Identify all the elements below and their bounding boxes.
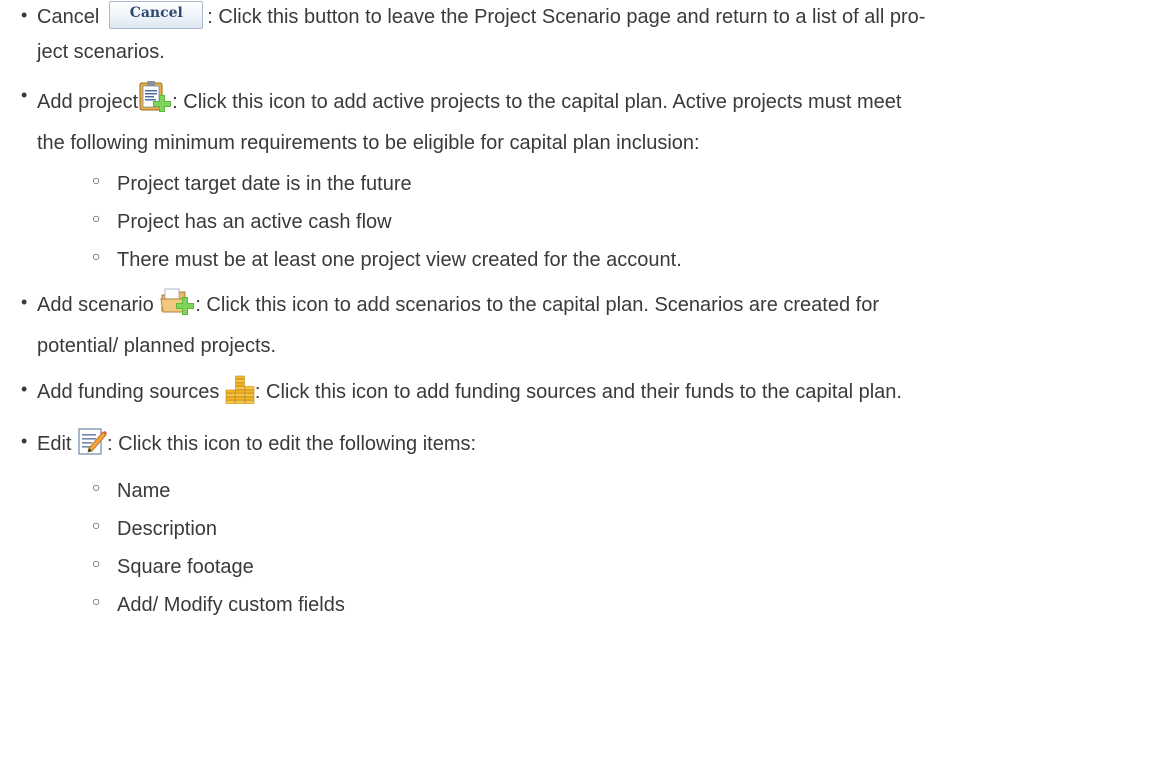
sub-bullet: ○ xyxy=(92,479,101,495)
item-description-cont: the following minimum requirements to be… xyxy=(37,132,700,154)
edit-item-text: Description xyxy=(117,518,218,540)
list-item-add-project: • Add project : Click this icon to add a… xyxy=(0,80,1163,277)
item-description: : Click this button to leave the Project… xyxy=(207,6,926,28)
funding-sources-icon[interactable] xyxy=(225,374,255,416)
edit-item-text: Square footage xyxy=(117,556,254,578)
list-item: ○ There must be at least one project view… xyxy=(37,243,1163,277)
list-item: ○ Name xyxy=(37,474,1163,508)
cancel-button[interactable]: Cancel xyxy=(109,1,204,29)
sub-bullet: ○ xyxy=(92,172,101,188)
list-item-cancel: • Cancel Cancel: Click this button to lea… xyxy=(0,0,1163,70)
sub-bullet: ○ xyxy=(92,555,101,571)
list-item-add-funding-sources: • Add funding sources: Click this icon … xyxy=(0,374,1163,416)
add-project-icon[interactable] xyxy=(138,80,172,126)
bullet: • xyxy=(21,431,28,451)
bullet: • xyxy=(21,5,28,25)
list-item: ○ Square footage xyxy=(37,550,1163,584)
sub-bullet: ○ xyxy=(92,248,101,264)
item-label: Add scenario xyxy=(37,294,154,316)
edit-item-text: Name xyxy=(117,480,171,502)
item-description: : Click this icon to add scenarios to th… xyxy=(195,294,880,316)
list-item: ○ Add/ Modify custom fields xyxy=(37,588,1163,622)
requirement-text: Project has an active cash flow xyxy=(117,211,392,233)
sub-bullet: ○ xyxy=(92,517,101,533)
list-item: ○ Project has an active cash flow xyxy=(37,205,1163,239)
list-item-add-scenario: • Add scenario : Click this icon to add … xyxy=(0,287,1163,364)
item-description-cont: ject scenarios. xyxy=(37,41,165,63)
item-label: Add project xyxy=(37,91,139,113)
item-label: Add funding sources xyxy=(37,381,220,403)
sub-bullet: ○ xyxy=(92,210,101,226)
bullet: • xyxy=(21,292,28,312)
feature-list: • Cancel Cancel: Click this button to lea… xyxy=(0,0,1163,622)
add-scenario-icon[interactable] xyxy=(159,287,195,329)
list-item: ○ Description xyxy=(37,512,1163,546)
item-label: Edit xyxy=(37,433,72,455)
requirements-list: ○ Project target date is in the future ○ P… xyxy=(37,167,1163,277)
item-description-cont: potential/ planned projects. xyxy=(37,335,277,357)
item-description: : Click this icon to edit the following … xyxy=(107,433,477,455)
list-item-edit: • Edit : Click this icon to edit the fol… xyxy=(0,426,1163,622)
item-description: : Click this icon to add active projects… xyxy=(172,91,902,113)
edit-items-list: ○ Name ○ Description ○ Square footage ○ Add/… xyxy=(37,474,1163,622)
edit-item-text: Add/ Modify custom fields xyxy=(117,594,345,616)
edit-icon[interactable] xyxy=(77,426,108,468)
bullet: • xyxy=(21,85,28,105)
item-description: : Click this icon to add funding sources… xyxy=(254,381,902,403)
sub-bullet: ○ xyxy=(92,593,101,609)
document-body: • Cancel Cancel: Click this button to lea… xyxy=(0,0,1163,632)
bullet: • xyxy=(21,379,28,399)
requirement-text: There must be at least one project view … xyxy=(117,249,682,271)
list-item: ○ Project target date is in the future xyxy=(37,167,1163,201)
item-label: Cancel xyxy=(37,6,100,28)
requirement-text: Project target date is in the future xyxy=(117,173,412,195)
